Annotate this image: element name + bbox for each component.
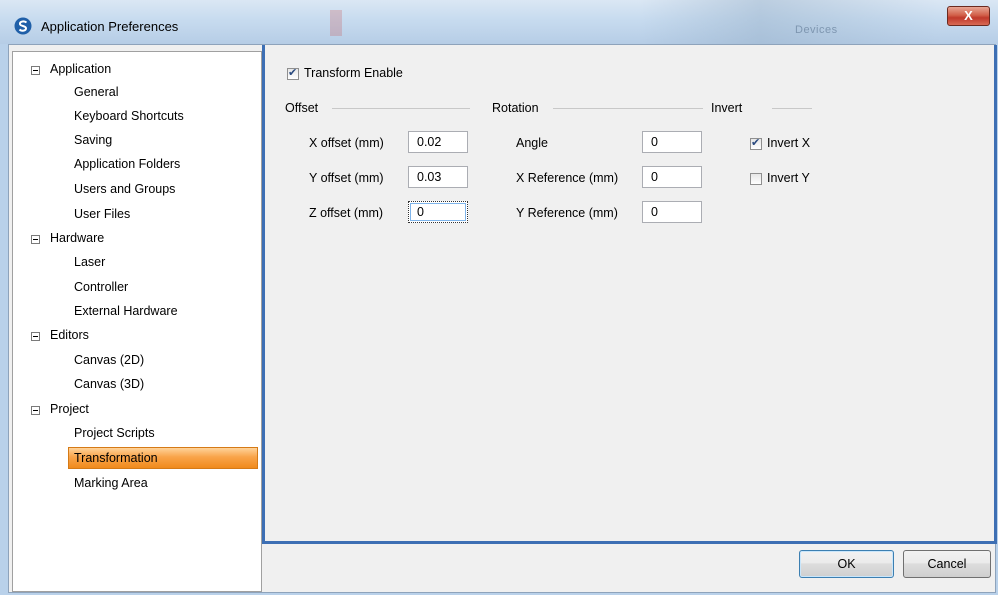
tree-item-user-files[interactable]: User Files bbox=[74, 203, 130, 225]
background-hint-text: Devices bbox=[795, 24, 838, 36]
y-offset-label: Y offset (mm) bbox=[309, 171, 384, 185]
y-offset-input[interactable] bbox=[408, 166, 468, 188]
transform-enable-label[interactable]: Transform Enable bbox=[304, 66, 403, 80]
transformation-settings-panel bbox=[264, 45, 997, 541]
ok-button[interactable]: OK bbox=[799, 550, 894, 578]
angle-label: Angle bbox=[516, 136, 548, 150]
panel-border bbox=[262, 45, 265, 544]
collapse-hardware-icon[interactable] bbox=[31, 235, 40, 244]
offset-group-header: Offset bbox=[285, 101, 319, 115]
dialog-window: Devices Application Preferences X Applic… bbox=[0, 0, 998, 595]
z-offset-label: Z offset (mm) bbox=[309, 206, 384, 220]
tree-item-saving[interactable]: Saving bbox=[74, 129, 112, 151]
angle-input[interactable] bbox=[642, 131, 702, 153]
tree-item-application-folders[interactable]: Application Folders bbox=[74, 153, 180, 175]
collapse-project-icon[interactable] bbox=[31, 406, 40, 415]
tree-item-users-and-groups[interactable]: Users and Groups bbox=[74, 178, 175, 200]
close-button[interactable]: X bbox=[947, 6, 990, 26]
x-offset-label: X offset (mm) bbox=[309, 136, 384, 150]
tree-item-external-hardware[interactable]: External Hardware bbox=[74, 300, 178, 322]
x-reference-input[interactable] bbox=[642, 166, 702, 188]
panel-border bbox=[264, 541, 997, 544]
y-reference-label: Y Reference (mm) bbox=[516, 206, 618, 220]
y-reference-input[interactable] bbox=[642, 201, 702, 223]
offset-group-line bbox=[332, 108, 470, 109]
tree-group-project[interactable]: Project bbox=[50, 398, 89, 420]
tree-item-keyboard-shortcuts[interactable]: Keyboard Shortcuts bbox=[74, 105, 184, 127]
invert-y-label[interactable]: Invert Y bbox=[767, 171, 810, 185]
cancel-button[interactable]: Cancel bbox=[903, 550, 991, 578]
title-bar[interactable]: Devices Application Preferences X bbox=[0, 0, 998, 44]
invert-x-checkbox[interactable] bbox=[750, 136, 762, 150]
invert-x-label[interactable]: Invert X bbox=[767, 136, 810, 150]
tree-item-project-scripts[interactable]: Project Scripts bbox=[74, 422, 155, 444]
collapse-editors-icon[interactable] bbox=[31, 332, 40, 341]
window-title: Application Preferences bbox=[41, 19, 179, 34]
invert-group-line bbox=[772, 108, 812, 109]
tree-item-general[interactable]: General bbox=[74, 81, 118, 103]
invert-group-header: Invert bbox=[711, 101, 743, 115]
x-offset-input[interactable] bbox=[408, 131, 468, 153]
tree-item-laser[interactable]: Laser bbox=[74, 251, 105, 273]
x-reference-label: X Reference (mm) bbox=[516, 171, 619, 185]
tree-item-marking-area[interactable]: Marking Area bbox=[74, 472, 148, 494]
tree-item-canvas-2d[interactable]: Canvas (2D) bbox=[74, 349, 144, 371]
rotation-group-header: Rotation bbox=[492, 101, 539, 115]
transform-enable-checkbox[interactable] bbox=[287, 66, 299, 80]
z-offset-input[interactable] bbox=[408, 201, 468, 223]
tree-group-hardware[interactable]: Hardware bbox=[50, 227, 104, 249]
tree-item-controller[interactable]: Controller bbox=[74, 276, 128, 298]
rotation-group-line bbox=[553, 108, 703, 109]
tree-item-transformation[interactable]: Transformation bbox=[74, 447, 158, 469]
collapse-application-icon[interactable] bbox=[31, 66, 40, 75]
tree-group-editors[interactable]: Editors bbox=[50, 324, 89, 346]
title-bar-artifact bbox=[330, 10, 342, 36]
panel-border bbox=[994, 45, 997, 544]
tree-group-application[interactable]: Application bbox=[50, 58, 111, 80]
tree-item-canvas-3d[interactable]: Canvas (3D) bbox=[74, 373, 144, 395]
app-logo-icon bbox=[14, 17, 32, 35]
preferences-tree[interactable]: Application General Keyboard Shortcuts S… bbox=[12, 51, 262, 592]
invert-y-checkbox[interactable] bbox=[750, 173, 762, 185]
title-bar-glow bbox=[640, 0, 940, 44]
